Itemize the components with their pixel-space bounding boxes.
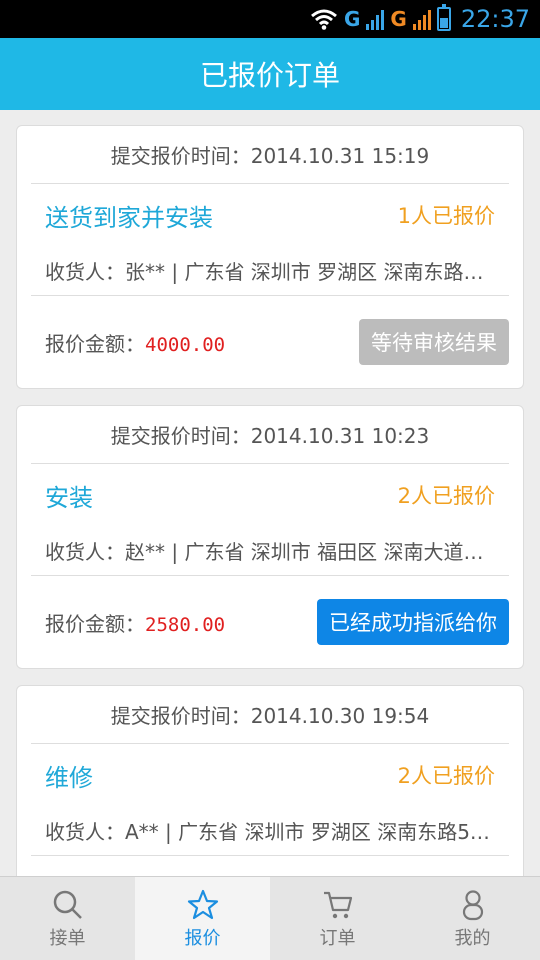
page-title: 已报价订单 — [199, 59, 340, 92]
status-button[interactable]: 已经成功指派给你 — [317, 599, 509, 645]
nav-label: 接单 — [49, 927, 86, 949]
price-info: 报价金额：2580.00 — [45, 608, 225, 637]
clock: 22:37 — [460, 5, 530, 33]
signal-icon-2 — [412, 8, 431, 30]
battery-icon — [436, 4, 451, 31]
network-type-label: G — [343, 7, 361, 31]
nav-label: 我的 — [454, 927, 491, 949]
receiver-info: 收货人： 张** | 广东省 深圳市 罗湖区 深南东路… — [31, 246, 509, 296]
order-card[interactable]: 提交报价时间：2014.10.31 10:23 安装 2人已报价 收货人： 赵*… — [16, 405, 524, 669]
price-label: 报价金额： — [45, 611, 145, 636]
price-value: 2580.00 — [145, 613, 226, 636]
person-icon — [462, 889, 483, 920]
service-title: 送货到家并安装 — [45, 203, 213, 232]
price-label: 报价金额： — [45, 331, 145, 356]
quote-count: 1人已报价 — [397, 204, 495, 228]
nav-label: 订单 — [319, 927, 356, 949]
service-title: 维修 — [45, 763, 93, 792]
price-info: 报价金额：4000.00 — [45, 328, 225, 357]
order-list[interactable]: 提交报价时间：2014.10.31 15:19 送货到家并安装 1人已报价 收货… — [0, 110, 540, 876]
star-icon — [187, 889, 218, 919]
cart-icon — [323, 891, 352, 918]
receiver-info: 收货人： 赵** | 广东省 深圳市 福田区 深南大道… — [31, 526, 509, 576]
quote-count: 2人已报价 — [397, 764, 495, 788]
nav-item-receive[interactable]: 接单 — [0, 877, 135, 960]
app-header: 已报价订单 — [0, 38, 540, 110]
service-title: 安装 — [45, 483, 93, 512]
receiver-address: A** | 广东省 深圳市 罗湖区 深南东路5… — [125, 820, 490, 844]
receiver-label: 收货人： — [45, 260, 125, 284]
nav-item-me[interactable]: 我的 — [405, 877, 540, 960]
submit-time: 提交报价时间：2014.10.30 19:54 — [31, 686, 509, 744]
receiver-label: 收货人： — [45, 820, 125, 844]
quote-count: 2人已报价 — [397, 484, 495, 508]
search-icon — [53, 890, 82, 919]
nav-item-orders[interactable]: 订单 — [270, 877, 405, 960]
status-bar: G G 22:37 — [0, 0, 540, 38]
submit-time: 提交报价时间：2014.10.31 15:19 — [31, 126, 509, 184]
receiver-address: 张** | 广东省 深圳市 罗湖区 深南东路… — [125, 260, 484, 284]
order-card[interactable]: 提交报价时间：2014.10.31 15:19 送货到家并安装 1人已报价 收货… — [16, 125, 524, 389]
nav-label: 报价 — [184, 927, 221, 949]
price-value: 4000.00 — [145, 333, 226, 356]
wifi-icon — [311, 9, 337, 30]
receiver-info: 收货人： A** | 广东省 深圳市 罗湖区 深南东路5… — [31, 806, 509, 856]
bottom-nav: 接单 报价 订单 我的 — [0, 876, 540, 960]
receiver-address: 赵** | 广东省 深圳市 福田区 深南大道… — [125, 540, 484, 564]
nav-item-quote[interactable]: 报价 — [135, 877, 270, 960]
status-button[interactable]: 等待审核结果 — [359, 319, 509, 365]
submit-time: 提交报价时间：2014.10.31 10:23 — [31, 406, 509, 464]
order-card[interactable]: 提交报价时间：2014.10.30 19:54 维修 2人已报价 收货人： A*… — [16, 685, 524, 876]
network-type-label-2: G — [390, 7, 407, 31]
signal-icon — [366, 8, 385, 30]
receiver-label: 收货人： — [45, 540, 125, 564]
